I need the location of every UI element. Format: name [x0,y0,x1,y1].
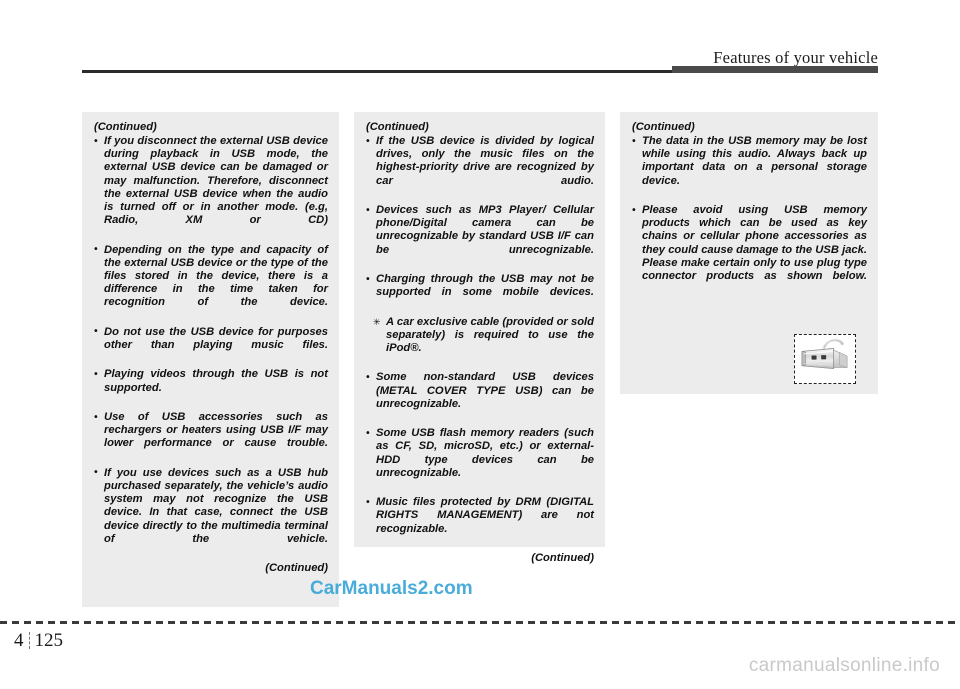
header-rule-accent [672,66,878,73]
note-list-2: If the USB device is divided by logical … [365,134,594,549]
usb-flash-drive-photo [801,338,848,370]
list-item: Please avoid using USB memory products w… [631,204,867,296]
list-item: Devices such as MP3 Player/ Cellular pho… [365,204,594,270]
usb-flash-drive-figure [794,334,856,384]
page-header: Features of your vehicle [0,0,960,86]
watermark-carmanualsonline: carmanualsonline.info [748,655,940,676]
continued-end-label-2: (Continued) [531,552,594,565]
continued-label-3: (Continued) [632,121,695,133]
page-number-separator [28,632,30,649]
list-item: Do not use the USB device for purposes o… [93,325,328,366]
list-item: If you disconnect the external USB devic… [93,135,328,241]
list-item: Playing videos through the USB is not su… [93,368,328,408]
note-panel-3: (Continued) The data in the USB memory m… [620,112,878,394]
list-item: The data in the USB memory may be lost w… [631,134,867,201]
continued-label-1: (Continued) [94,121,157,133]
note-panel-2: (Continued) If the USB device is divided… [354,112,605,564]
page-title: Features of your vehicle [713,48,878,67]
page-number: 4 125 [14,630,63,652]
list-item: Some USB flash memory readers (such as C… [365,427,594,493]
list-item: Charging through the USB may not be supp… [365,273,594,313]
continued-label-2: (Continued) [366,121,429,133]
list-item-note: A car exclusive cable (provided or sold … [365,316,594,369]
note-list-3: The data in the USB memory may be lost w… [631,134,867,296]
list-item: Depending on the type and capacity of th… [93,243,328,323]
list-item: If the USB device is divided by logical … [365,134,594,201]
note-list-1: If you disconnect the external USB devic… [93,135,328,559]
list-item: If you use devices such as a USB hub pur… [93,466,328,559]
list-item: Some non-standard USB devices (METAL COV… [365,371,594,424]
chapter-number: 4 [14,630,24,651]
watermark-carmanuals2: CarManuals2.com [310,578,473,599]
list-item: Use of USB accessories such as recharger… [93,411,328,464]
list-item: Music files protected by DRM (DIGITAL RI… [365,496,594,549]
continued-end-label-1: (Continued) [265,562,328,575]
page-number-value: 125 [34,630,64,651]
footer-divider [0,621,960,624]
note-panel-1: (Continued) If you disconnect the extern… [82,112,339,607]
